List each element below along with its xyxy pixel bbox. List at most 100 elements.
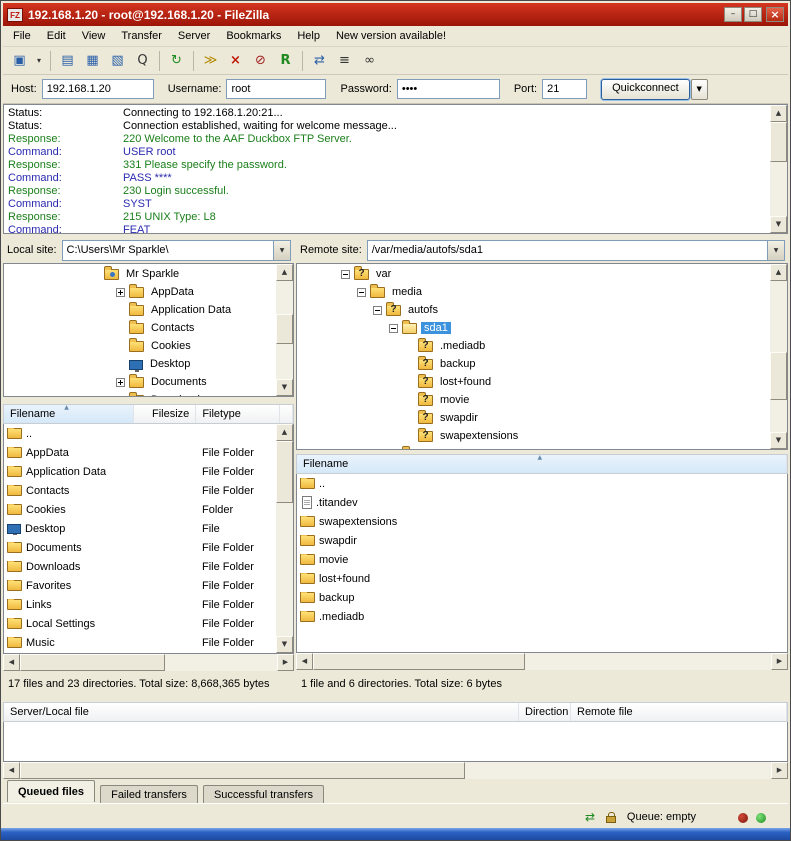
- tree-item[interactable]: Desktop: [4, 355, 293, 373]
- column-header-direction[interactable]: Direction: [519, 703, 571, 721]
- scroll-up-icon[interactable]: ▲: [770, 105, 787, 122]
- directory-comparison-icon[interactable]: ⇄: [308, 50, 331, 72]
- password-input[interactable]: [397, 79, 500, 99]
- tab-failed-transfers[interactable]: Failed transfers: [100, 785, 198, 805]
- file-row[interactable]: ..: [297, 474, 787, 493]
- toggle-queue-icon[interactable]: Q: [131, 50, 154, 72]
- tab-successful-transfers[interactable]: Successful transfers: [203, 785, 324, 805]
- chevron-down-icon[interactable]: ▼: [767, 241, 784, 260]
- collapse-icon[interactable]: [389, 324, 398, 333]
- menu-bookmarks[interactable]: Bookmarks: [218, 28, 289, 44]
- menu-file[interactable]: File: [5, 28, 39, 44]
- column-header-local-file[interactable]: Server/Local file: [4, 703, 519, 721]
- scroll-left-icon[interactable]: ◀: [3, 654, 20, 671]
- collapse-icon[interactable]: [357, 288, 366, 297]
- tree-item[interactable]: movie: [297, 391, 787, 409]
- tree-item-selected[interactable]: sda1: [297, 319, 787, 337]
- site-manager-dropdown-icon[interactable]: ▾: [33, 50, 45, 72]
- reconnect-icon[interactable]: R: [274, 50, 297, 72]
- file-row[interactable]: backup: [297, 588, 787, 607]
- quickconnect-button[interactable]: Quickconnect: [601, 79, 690, 100]
- tree-item[interactable]: Downloads: [4, 391, 293, 397]
- tree-item[interactable]: .mediadb: [297, 337, 787, 355]
- port-input[interactable]: [542, 79, 587, 99]
- collapse-icon[interactable]: [341, 270, 350, 279]
- scroll-down-icon[interactable]: ▼: [770, 216, 787, 233]
- local-site-combo[interactable]: C:\Users\Mr Sparkle\ ▼: [62, 240, 291, 261]
- file-row[interactable]: .titandev: [297, 493, 787, 512]
- tree-item[interactable]: swapdir: [297, 409, 787, 427]
- file-row[interactable]: DownloadsFile Folder: [4, 557, 293, 576]
- menu-help[interactable]: Help: [289, 28, 328, 44]
- expand-icon[interactable]: [116, 378, 125, 387]
- scroll-right-icon[interactable]: ▶: [771, 762, 788, 779]
- file-row[interactable]: FavoritesFile Folder: [4, 576, 293, 595]
- scroll-down-icon[interactable]: ▼: [276, 636, 293, 653]
- toggle-remote-tree-icon[interactable]: ▧: [106, 50, 129, 72]
- tree-item[interactable]: lost+found: [297, 373, 787, 391]
- tab-queued-files[interactable]: Queued files: [7, 780, 95, 802]
- log-scrollbar[interactable]: ▲ ▼: [770, 105, 787, 233]
- refresh-icon[interactable]: ↻: [165, 50, 188, 72]
- tree-item[interactable]: Documents: [4, 373, 293, 391]
- toggle-message-log-icon[interactable]: ▤: [56, 50, 79, 72]
- scroll-left-icon[interactable]: ◀: [296, 653, 313, 670]
- file-row[interactable]: CookiesFolder: [4, 500, 293, 519]
- find-files-icon[interactable]: ∞: [358, 50, 381, 72]
- scroll-down-icon[interactable]: ▼: [770, 432, 787, 449]
- tree-item[interactable]: Mr Sparkle: [4, 265, 293, 283]
- column-header-filename[interactable]: ▲Filename: [4, 405, 134, 423]
- close-button[interactable]: ×: [766, 7, 784, 22]
- scrollbar-thumb[interactable]: [770, 122, 787, 162]
- remote-hscrollbar[interactable]: ◀ ▶: [296, 653, 788, 670]
- column-header-filesize[interactable]: Filesize: [134, 405, 197, 423]
- tree-item[interactable]: media: [297, 283, 787, 301]
- synchronized-browsing-icon[interactable]: ≡: [333, 50, 356, 72]
- expand-icon[interactable]: [389, 450, 398, 451]
- file-row[interactable]: ContactsFile Folder: [4, 481, 293, 500]
- file-row[interactable]: AppDataFile Folder: [4, 443, 293, 462]
- collapse-icon[interactable]: [373, 306, 382, 315]
- file-row[interactable]: swapextensions: [297, 512, 787, 531]
- tree-item[interactable]: backup: [297, 355, 787, 373]
- username-input[interactable]: [226, 79, 326, 99]
- column-header-remote-file[interactable]: Remote file: [571, 703, 787, 721]
- file-row[interactable]: lost+found: [297, 569, 787, 588]
- menu-transfer[interactable]: Transfer: [113, 28, 170, 44]
- file-row[interactable]: movie: [297, 550, 787, 569]
- scroll-up-icon[interactable]: ▲: [276, 264, 293, 281]
- remote-site-combo[interactable]: /var/media/autofs/sda1 ▼: [367, 240, 785, 261]
- column-header-filetype[interactable]: Filetype: [196, 405, 280, 423]
- encryption-lock-icon[interactable]: [606, 816, 616, 823]
- local-list-scrollbar[interactable]: ▲ ▼: [276, 424, 293, 653]
- file-row[interactable]: LinksFile Folder: [4, 595, 293, 614]
- queue-hscrollbar[interactable]: ◀ ▶: [3, 762, 788, 779]
- tree-item[interactable]: var: [297, 265, 787, 283]
- scrollbar-thumb[interactable]: [313, 653, 525, 670]
- file-row[interactable]: .mediadb: [297, 607, 787, 626]
- scroll-left-icon[interactable]: ◀: [3, 762, 20, 779]
- host-input[interactable]: [42, 79, 154, 99]
- menu-edit[interactable]: Edit: [39, 28, 74, 44]
- disconnect-icon[interactable]: ⊘: [249, 50, 272, 72]
- file-row[interactable]: MusicFile Folder: [4, 633, 293, 652]
- file-row[interactable]: swapdir: [297, 531, 787, 550]
- tree-item[interactable]: autofs: [297, 301, 787, 319]
- menu-view[interactable]: View: [74, 28, 114, 44]
- scroll-right-icon[interactable]: ▶: [277, 654, 294, 671]
- quickconnect-dropdown-icon[interactable]: ▼: [691, 79, 708, 100]
- menu-server[interactable]: Server: [170, 28, 218, 44]
- local-tree-scrollbar[interactable]: ▲ ▼: [276, 264, 293, 396]
- tree-item[interactable]: Cookies: [4, 337, 293, 355]
- maximize-button[interactable]: □: [744, 7, 762, 22]
- column-header-filename[interactable]: ▲Filename: [297, 455, 787, 473]
- process-queue-icon[interactable]: ≫: [199, 50, 222, 72]
- file-row[interactable]: DesktopFile: [4, 519, 293, 538]
- file-row[interactable]: ..: [4, 424, 293, 443]
- scrollbar-thumb[interactable]: [770, 352, 787, 400]
- local-hscrollbar[interactable]: ◀ ▶: [3, 654, 294, 671]
- site-manager-icon[interactable]: ▣: [8, 50, 31, 72]
- scrollbar-thumb[interactable]: [276, 441, 293, 503]
- cancel-icon[interactable]: ×: [224, 50, 247, 72]
- file-row[interactable]: DocumentsFile Folder: [4, 538, 293, 557]
